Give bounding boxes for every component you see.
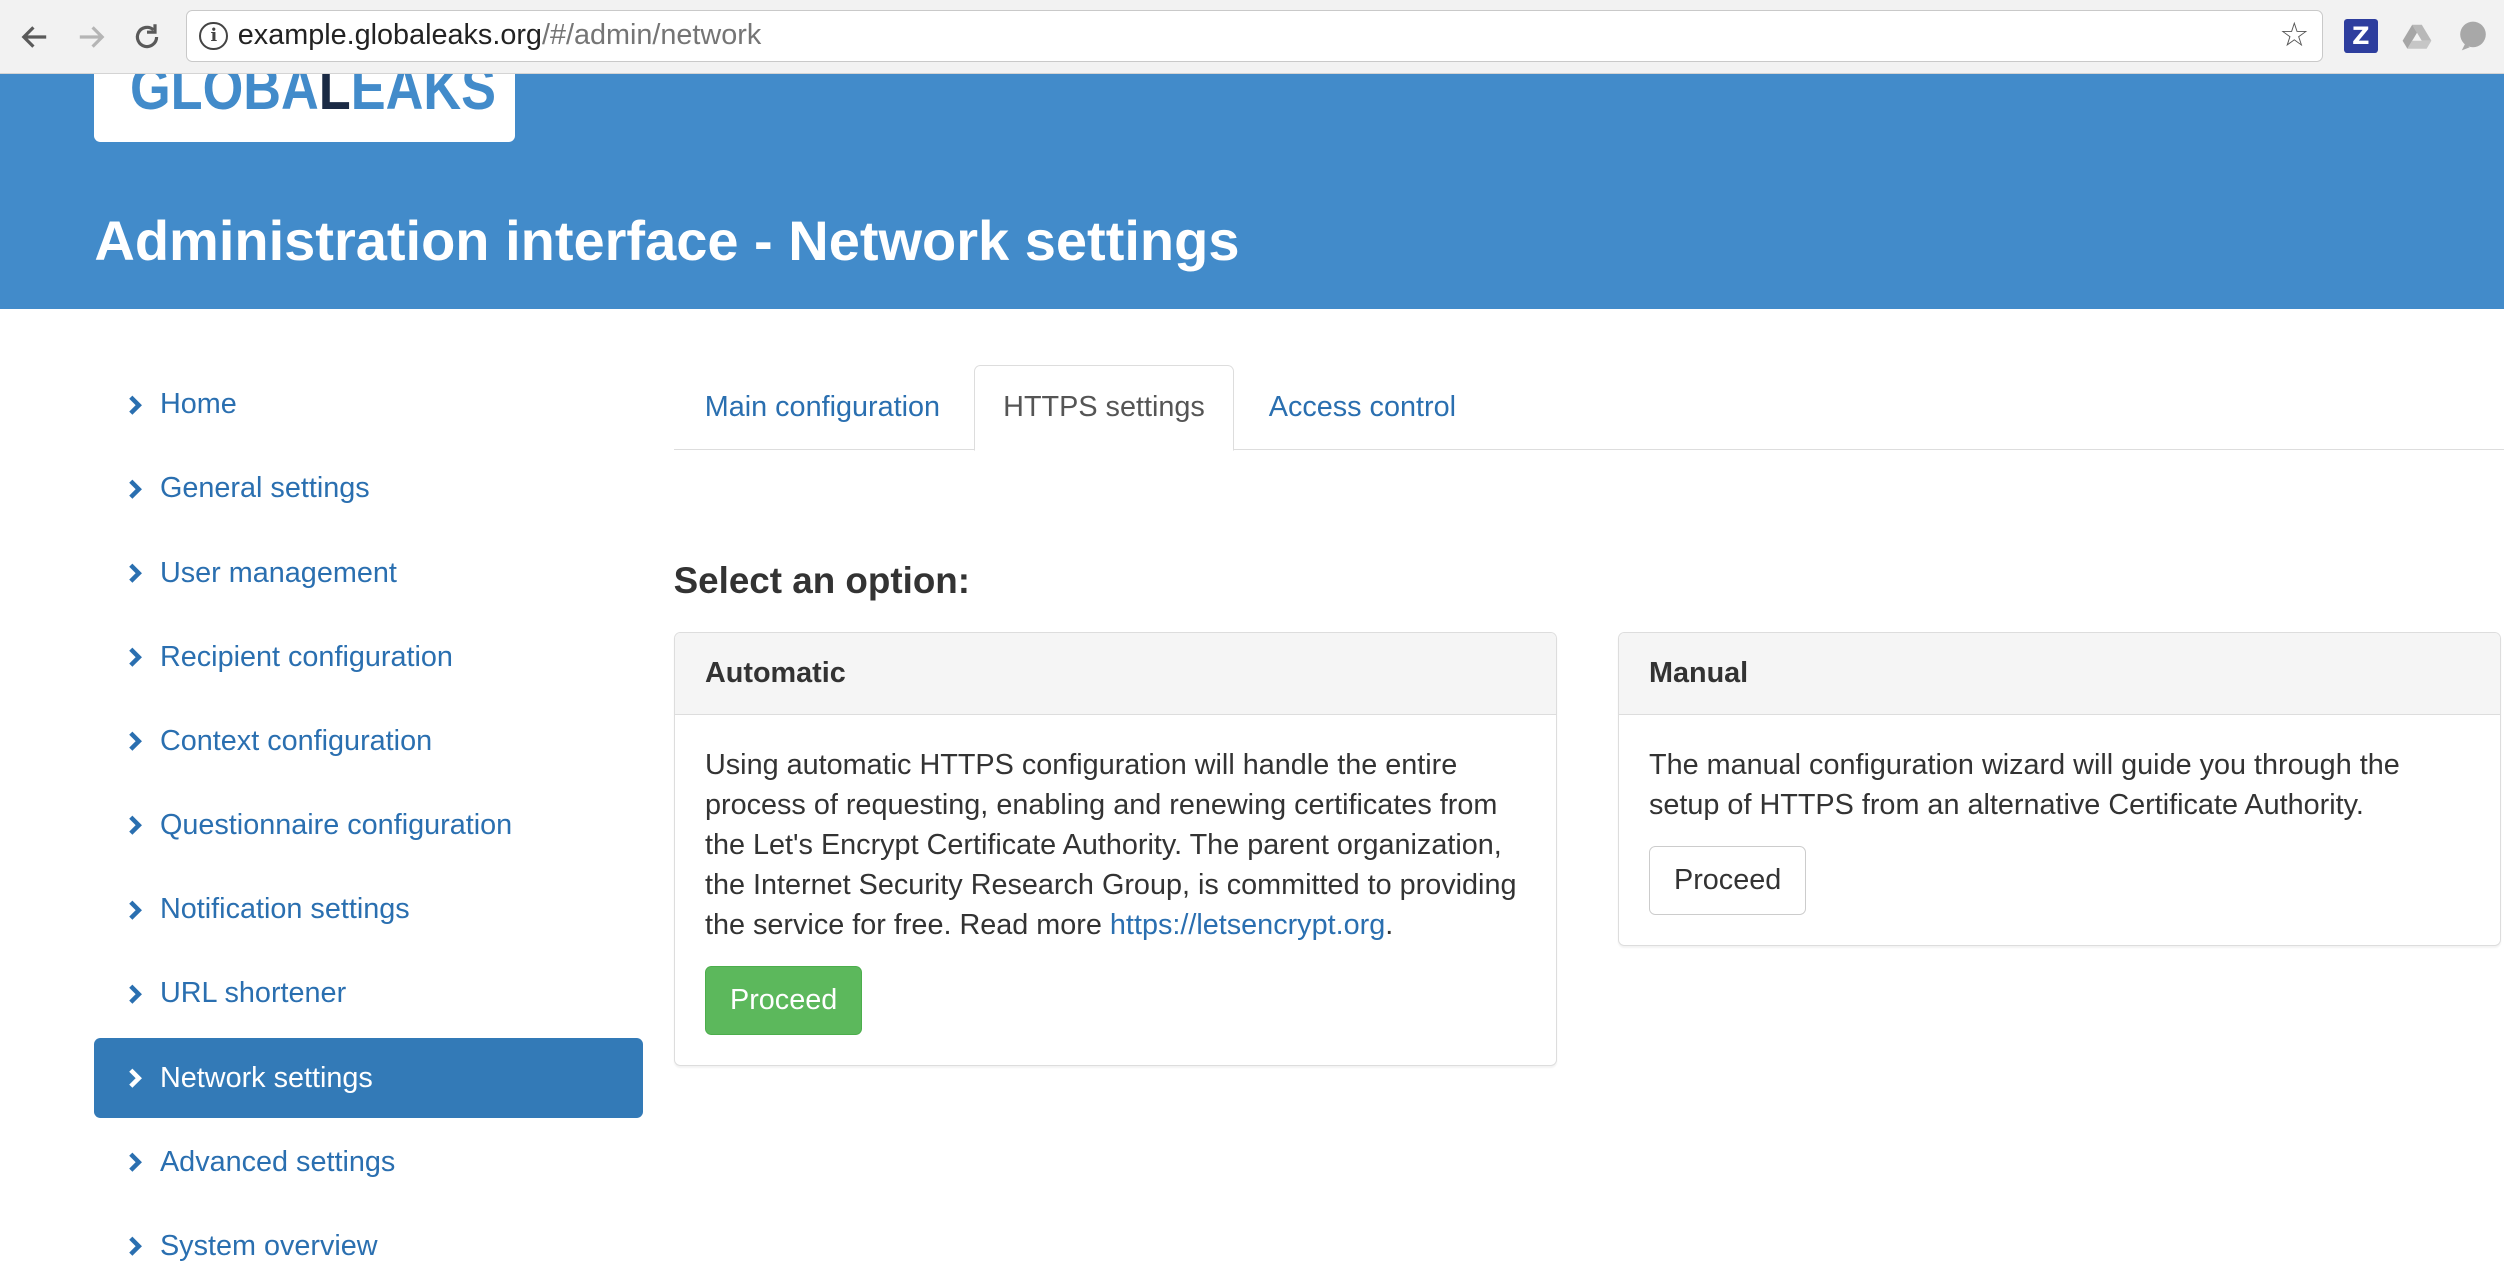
sidebar-item-general-settings[interactable]: General settings [94, 449, 643, 529]
chevron-right-icon [126, 730, 148, 752]
tab-access-control[interactable]: Access control [1237, 365, 1488, 450]
chat-extension-icon[interactable] [2456, 19, 2490, 53]
manual-panel-body: The manual configuration wizard will gui… [1619, 715, 2500, 915]
manual-proceed-button[interactable]: Proceed [1648, 845, 1807, 915]
chevron-right-icon [126, 646, 148, 668]
section-title: Select an option: [673, 560, 971, 601]
reload-icon[interactable] [128, 18, 166, 56]
automatic-panel-body: Using automatic HTTPS configuration will… [675, 715, 1556, 1035]
sidebar-item-questionnaire-configuration[interactable]: Questionnaire configuration [94, 786, 643, 866]
chevron-right-icon [126, 983, 148, 1005]
page-title: Administration interface - Network setti… [94, 208, 1240, 272]
chevron-right-icon [126, 478, 148, 500]
back-arrow-icon[interactable] [16, 18, 54, 56]
logo[interactable]: GLOBALEAKS [94, 73, 516, 143]
info-icon[interactable]: i [199, 21, 229, 51]
sidebar-item-system-overview[interactable]: System overview [94, 1206, 643, 1264]
drive-extension-icon[interactable] [2400, 19, 2434, 53]
logo-text: GLOBALEAKS [129, 73, 496, 122]
chevron-right-icon [126, 899, 148, 921]
page: i example.globaleaks.org/#/admin/network… [0, 0, 2504, 1264]
sidebar-item-user-management[interactable]: User management [94, 533, 643, 613]
url-text[interactable]: example.globaleaks.org/#/admin/network [238, 19, 761, 52]
sidebar-item-label: User management [159, 556, 397, 589]
letsencrypt-link[interactable]: https://letsencrypt.org [1110, 909, 1385, 941]
sidebar-item-label: URL shortener [159, 977, 347, 1010]
sidebar-item-label: Advanced settings [159, 1145, 396, 1178]
sidebar-item-label: General settings [159, 472, 370, 505]
automatic-description-suffix: . [1385, 908, 1394, 941]
chevron-right-icon [126, 394, 148, 416]
automatic-panel-heading: Automatic [674, 633, 1556, 715]
sidebar-item-url-shortener[interactable]: URL shortener [94, 954, 643, 1034]
site-header: GLOBALEAKS Administration interface - Ne… [0, 73, 2504, 309]
automatic-description: Using automatic HTTPS configuration will… [705, 745, 1525, 945]
tab-https-settings[interactable]: HTTPS settings [974, 364, 1234, 452]
manual-panel-heading: Manual [1618, 633, 2500, 715]
zotero-extension-icon[interactable]: Z [2344, 19, 2378, 53]
chevron-right-icon [126, 562, 148, 584]
sidebar-item-context-configuration[interactable]: Context configuration [94, 701, 643, 781]
automatic-panel: Automatic Using automatic HTTPS configur… [673, 632, 1557, 1066]
sidebar-item-recipient-configuration[interactable]: Recipient configuration [94, 617, 643, 697]
forward-arrow-icon[interactable] [72, 18, 110, 56]
sidebar: Home General settings User management Re… [94, 365, 644, 1264]
sidebar-item-advanced-settings[interactable]: Advanced settings [94, 1122, 643, 1202]
chevron-right-icon [126, 1235, 148, 1257]
chevron-right-icon [126, 1067, 148, 1089]
tab-bar: Main configuration HTTPS settings Access… [673, 364, 2504, 452]
automatic-proceed-button[interactable]: Proceed [704, 965, 863, 1035]
chevron-right-icon [126, 814, 148, 836]
browser-toolbar: i example.globaleaks.org/#/admin/network… [0, 0, 2504, 74]
manual-description: The manual configuration wizard will gui… [1648, 748, 2400, 821]
tab-main-configuration[interactable]: Main configuration [674, 365, 972, 450]
sidebar-item-notification-settings[interactable]: Notification settings [94, 870, 643, 950]
address-bar[interactable]: i example.globaleaks.org/#/admin/network… [185, 9, 2324, 63]
sidebar-item-label: System overview [159, 1229, 378, 1262]
sidebar-item-home[interactable]: Home [94, 365, 643, 445]
sidebar-item-label: Context configuration [159, 724, 433, 757]
manual-panel: Manual The manual configuration wizard w… [1617, 632, 2501, 946]
url-path: /#/admin/network [541, 19, 762, 52]
star-icon[interactable]: ☆ [2279, 18, 2309, 53]
chevron-right-icon [126, 1151, 148, 1173]
sidebar-item-network-settings[interactable]: Network settings [94, 1038, 644, 1119]
sidebar-item-label: Home [159, 388, 237, 421]
sidebar-item-label: Recipient configuration [159, 640, 453, 673]
url-host: example.globaleaks.org [237, 19, 542, 52]
sidebar-item-label: Network settings [159, 1061, 373, 1094]
sidebar-item-label: Questionnaire configuration [159, 809, 513, 842]
sidebar-item-label: Notification settings [159, 893, 410, 926]
